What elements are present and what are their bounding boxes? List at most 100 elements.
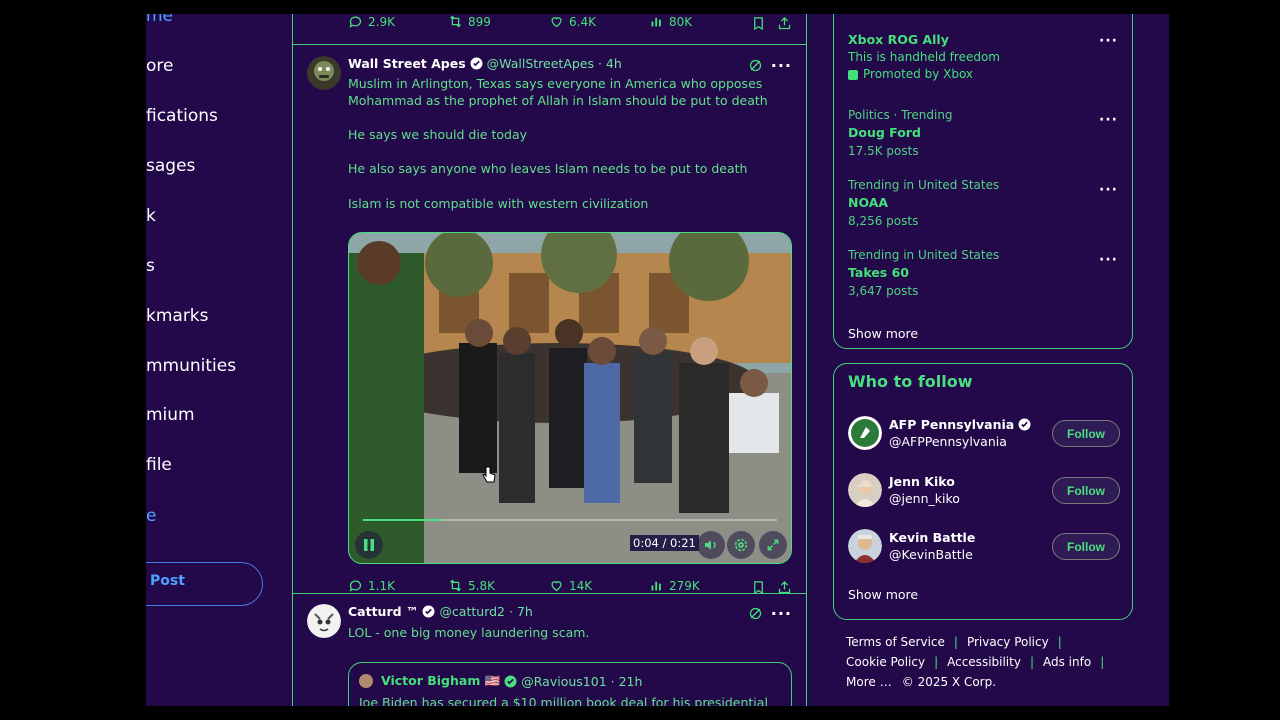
account-handle: @jenn_kiko	[889, 491, 960, 506]
pause-button[interactable]	[355, 531, 383, 559]
follow-button[interactable]: Follow	[1052, 533, 1120, 560]
footer-link-accessibility[interactable]: Accessibility	[947, 652, 1021, 672]
follow-suggestion[interactable]: Kevin Battle @KevinBattle Follow	[848, 529, 1120, 565]
footer-link-ads-info[interactable]: Ads info	[1043, 652, 1091, 672]
pause-icon	[364, 539, 374, 551]
views-button[interactable]: 80K	[649, 14, 692, 29]
tweet-tools: ···	[748, 604, 792, 623]
avatar[interactable]	[307, 604, 341, 638]
quote-author-name[interactable]: Victor Bigham 🇺🇸	[381, 673, 500, 689]
grok-icon	[749, 59, 761, 72]
trend-name: Xbox ROG Ally	[848, 32, 949, 47]
nav-premium[interactable]: mium	[146, 405, 195, 425]
footer-link-cookie[interactable]: Cookie Policy	[846, 652, 925, 672]
nav-more[interactable]: e	[146, 506, 156, 526]
nav-profile[interactable]: file	[146, 455, 172, 475]
settings-button[interactable]	[727, 531, 755, 559]
trend-item[interactable]: Politics · Trending Doug Ford 17.5K post…	[848, 107, 953, 160]
footer-link-more[interactable]: More	[846, 672, 876, 692]
tweet-text: He also says anyone who leaves Islam nee…	[348, 161, 748, 176]
avatar[interactable]	[848, 529, 882, 563]
nav-communities[interactable]: mmunities	[146, 356, 236, 376]
tweet-text: Muslim in Arlington, Texas says everyone…	[348, 76, 768, 108]
trends-panel: Xbox ROG Ally This is handheld freedom P…	[833, 14, 1133, 349]
promoted-label: Promoted by Xbox	[848, 66, 1000, 83]
avatar[interactable]	[848, 416, 882, 450]
tweet-text: Islam is not compatible with western civ…	[348, 196, 649, 211]
video-player[interactable]: 0:04 / 0:21	[348, 232, 792, 564]
gear-icon	[734, 538, 748, 552]
app-window: me ore fications sages k s kmarks mmunit…	[146, 14, 1169, 706]
nav-grok[interactable]: k	[146, 206, 156, 226]
more-options-icon[interactable]: ···	[771, 56, 792, 75]
quote-avatar	[359, 674, 373, 688]
author-name[interactable]: Catturd ™	[348, 604, 418, 619]
like-button[interactable]: 14K	[549, 578, 592, 593]
tweet[interactable]: Catturd ™ @catturd2 · 7h ··· LOL - one b…	[293, 604, 806, 706]
share-button[interactable]	[777, 580, 792, 599]
video-frame	[349, 233, 791, 563]
tweet-actions: 1.1K 5.8K 14K 279K	[293, 576, 806, 600]
verified-icon	[1018, 418, 1031, 431]
quote-text: Joe Biden has secured a $10 million book…	[359, 695, 768, 706]
footer-link-privacy[interactable]: Privacy Policy	[967, 632, 1049, 652]
follow-suggestion[interactable]: Jenn Kiko @jenn_kiko Follow	[848, 473, 1120, 509]
fullscreen-button[interactable]	[759, 531, 787, 559]
quoted-tweet[interactable]: Victor Bigham 🇺🇸 @Ravious101 · 21h Joe B…	[348, 662, 792, 706]
post-button[interactable]: Post	[146, 562, 263, 606]
repost-button[interactable]: 5.8K	[448, 578, 495, 593]
more-options-icon[interactable]: ···	[1099, 112, 1118, 128]
footer-link-terms[interactable]: Terms of Service	[846, 632, 945, 652]
nav-explore[interactable]: ore	[146, 56, 173, 76]
avatar[interactable]	[848, 473, 882, 507]
trend-item[interactable]: Trending in United States Takes 60 3,647…	[848, 247, 999, 300]
quote-author-handle[interactable]: @Ravious101 · 21h	[521, 674, 642, 689]
follow-button[interactable]: Follow	[1052, 477, 1120, 504]
tweet-header: Catturd ™ @catturd2 · 7h	[348, 604, 533, 619]
tweet-text: He says we should die today	[348, 127, 528, 142]
follow-button[interactable]: Follow	[1052, 420, 1120, 447]
author-name[interactable]: Wall Street Apes	[348, 56, 466, 71]
reply-button[interactable]: 2.9K	[348, 14, 395, 29]
volume-button[interactable]	[697, 531, 725, 559]
share-icon	[778, 16, 791, 30]
nav-bookmarks[interactable]: kmarks	[146, 306, 209, 326]
reply-icon	[349, 580, 362, 592]
volume-icon	[705, 540, 716, 550]
bookmark-button[interactable]	[751, 16, 766, 35]
author-handle[interactable]: @catturd2 · 7h	[439, 604, 532, 619]
share-button[interactable]	[777, 16, 792, 35]
reply-button[interactable]: 1.1K	[348, 578, 395, 593]
heart-icon	[551, 581, 562, 592]
tweet[interactable]: Wall Street Apes @WallStreetApes · 4h ··…	[293, 56, 806, 606]
account-handle: @KevinBattle	[889, 547, 973, 562]
views-button[interactable]: 279K	[649, 578, 700, 593]
more-options-icon[interactable]: ···	[771, 604, 792, 623]
nav-home[interactable]: me	[146, 14, 173, 26]
nav-lists[interactable]: s	[146, 256, 155, 276]
promoted-trend[interactable]: Xbox ROG Ally This is handheld freedom P…	[848, 31, 1000, 83]
more-options-icon[interactable]: ···	[1099, 182, 1118, 198]
tweet-actions: 2.9K 899 6.4K 80K	[293, 14, 806, 36]
nav-messages[interactable]: sages	[146, 156, 195, 176]
author-handle[interactable]: @WallStreetApes · 4h	[487, 56, 622, 71]
heart-icon	[551, 17, 562, 28]
views-icon	[651, 17, 661, 27]
more-options-icon[interactable]: ···	[1099, 252, 1118, 268]
repost-icon	[450, 15, 461, 28]
footer-separator: |	[953, 635, 958, 649]
trends-show-more[interactable]: Show more	[848, 326, 918, 341]
follow-suggestion[interactable]: AFP Pennsylvania @AFPPennsylvania Follow	[848, 416, 1120, 452]
tweet-divider	[293, 44, 806, 45]
left-nav: me ore fications sages k s kmarks mmunit…	[146, 14, 293, 706]
video-progress-bar[interactable]	[363, 519, 777, 521]
like-button[interactable]: 6.4K	[549, 14, 596, 29]
more-options-icon[interactable]: ···	[1099, 33, 1118, 49]
nav-notifications[interactable]: fications	[146, 106, 218, 126]
bookmark-button[interactable]	[751, 580, 766, 599]
tweet-header: Wall Street Apes @WallStreetApes · 4h	[348, 56, 622, 71]
repost-button[interactable]: 899	[448, 14, 491, 29]
avatar[interactable]	[307, 56, 341, 90]
trend-item[interactable]: Trending in United States NOAA 8,256 pos…	[848, 177, 999, 230]
follow-show-more[interactable]: Show more	[848, 587, 918, 602]
